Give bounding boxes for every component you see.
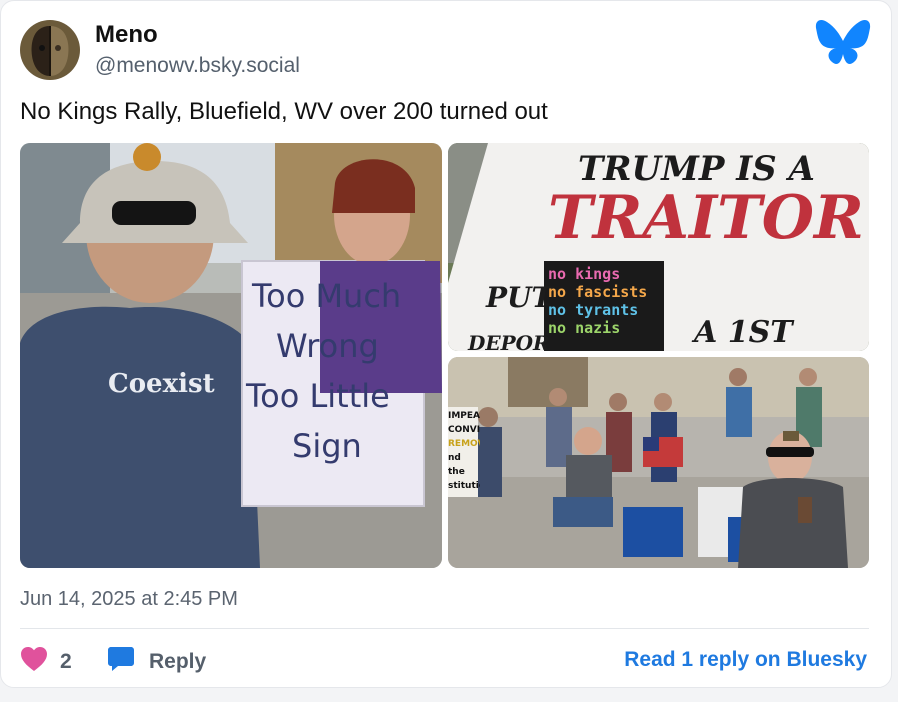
shirt-text: Coexist <box>108 369 215 399</box>
sign-text-fragment: DEPOR <box>468 331 550 351</box>
post-card: Meno @menowv.bsky.social No Kings Rally,… <box>0 0 892 688</box>
author-avatar[interactable] <box>20 20 80 80</box>
sign-text-fragment: A 1ST <box>694 315 793 350</box>
post-text: No Kings Rally, Bluefield, WV over 200 t… <box>20 98 548 125</box>
heart-icon <box>20 646 48 677</box>
reply-label: Reply <box>149 649 207 673</box>
author-handle[interactable]: @menowv.bsky.social <box>95 54 300 78</box>
post-timestamp[interactable]: Jun 14, 2025 at 2:45 PM <box>20 588 238 611</box>
like-button[interactable]: 2 <box>20 646 72 677</box>
speech-bubble-icon <box>107 646 135 677</box>
like-count: 2 <box>60 649 72 673</box>
sign-text: Too Much Wrong Too Little Sign <box>246 277 402 465</box>
bluesky-butterfly-icon[interactable] <box>815 19 871 69</box>
post-image-2[interactable]: TRUMP IS A TRAITOR PUT A 1ST DEPOR no ki… <box>448 143 869 351</box>
read-replies-link[interactable]: Read 1 reply on Bluesky <box>624 648 867 672</box>
post-image-3[interactable]: IMPEACH CONVICT REMOVE nd the stitution <box>448 357 869 568</box>
divider <box>20 628 869 629</box>
impeach-sign: IMPEACH CONVICT REMOVE nd the stitution <box>448 411 480 491</box>
author-name[interactable]: Meno <box>95 21 158 49</box>
post-image-1[interactable]: Coexist Too Much Wrong Too Little Sign <box>20 143 442 568</box>
reply-button[interactable]: Reply <box>107 646 206 677</box>
no-kings-sign: no kings no fascists no tyrants no nazis <box>548 265 648 337</box>
sign-text-fragment: PUT <box>486 281 553 314</box>
traitor-sign-text: TRUMP IS A TRAITOR <box>548 149 864 253</box>
